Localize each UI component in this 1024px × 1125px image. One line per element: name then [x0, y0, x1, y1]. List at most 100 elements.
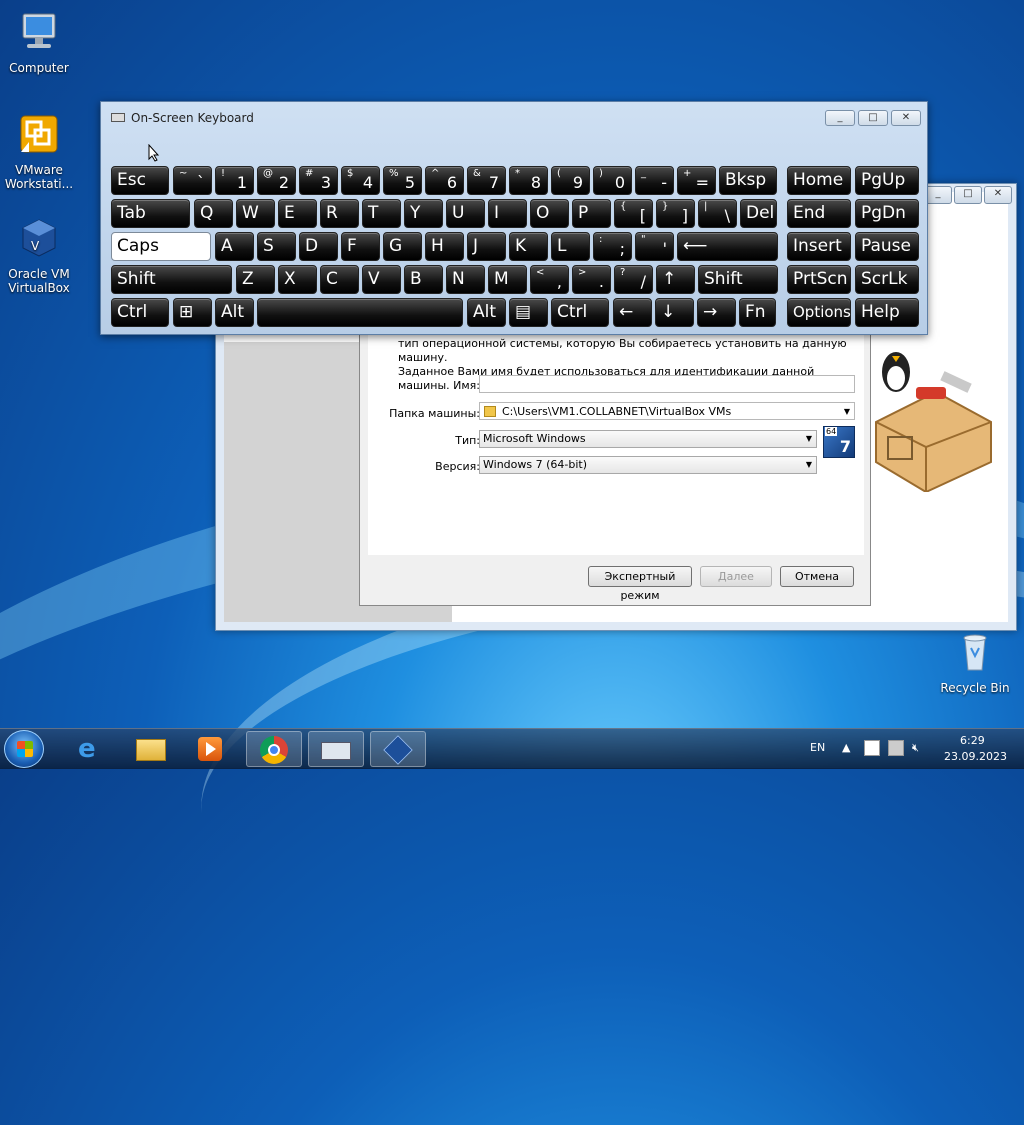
key-insert[interactable]: Insert: [787, 232, 851, 261]
key-c[interactable]: C: [320, 265, 359, 294]
key-key[interactable]: ↓: [655, 298, 694, 327]
key-2[interactable]: @2: [257, 166, 296, 195]
key-9[interactable]: (9: [551, 166, 590, 195]
show-hidden-icons[interactable]: ▲: [842, 741, 850, 754]
start-button[interactable]: [4, 730, 44, 768]
key-i[interactable]: I: [488, 199, 527, 228]
key-key[interactable]: →: [697, 298, 736, 327]
key-7[interactable]: & 7: [467, 166, 506, 195]
key-key[interactable]: _ -: [635, 166, 674, 195]
key-key[interactable]: ? /: [614, 265, 653, 294]
key-key[interactable]: {[: [614, 199, 653, 228]
key-key[interactable]: ~ `: [173, 166, 212, 195]
key-alt[interactable]: Alt: [467, 298, 506, 327]
key-g[interactable]: G: [383, 232, 422, 261]
key-e[interactable]: E: [278, 199, 317, 228]
key-backslash[interactable]: | \: [698, 199, 737, 228]
key-key[interactable]: ←: [613, 298, 652, 327]
name-input[interactable]: [479, 375, 855, 393]
close-icon[interactable]: ✕: [984, 186, 1012, 204]
taskbar-virtualbox[interactable]: [370, 731, 426, 767]
key-fn[interactable]: Fn: [739, 298, 776, 327]
key-key[interactable]: >.: [572, 265, 611, 294]
key-4[interactable]: $4: [341, 166, 380, 195]
key-y[interactable]: Y: [404, 199, 443, 228]
close-icon[interactable]: ✕: [891, 110, 921, 126]
key-prtscn[interactable]: PrtScn: [787, 265, 851, 294]
key-j[interactable]: J: [467, 232, 506, 261]
key-h[interactable]: H: [425, 232, 464, 261]
key-key[interactable]: ↑: [656, 265, 695, 294]
key-l[interactable]: L: [551, 232, 590, 261]
key-help[interactable]: Help: [855, 298, 919, 327]
desktop-icon-recycle-bin[interactable]: Recycle Bin: [936, 630, 1014, 695]
next-button[interactable]: Далее: [700, 566, 772, 587]
key-w[interactable]: W: [236, 199, 275, 228]
key-0[interactable]: ) 0: [593, 166, 632, 195]
key-shift[interactable]: Shift: [698, 265, 778, 294]
key-s[interactable]: S: [257, 232, 296, 261]
key-n[interactable]: N: [446, 265, 485, 294]
key-k[interactable]: K: [509, 232, 548, 261]
key-del[interactable]: Del: [740, 199, 777, 228]
key-pgdn[interactable]: PgDn: [855, 199, 919, 228]
folder-select[interactable]: C:\Users\VM1.COLLABNET\VirtualBox VMs ▼: [479, 402, 855, 420]
key-space[interactable]: [257, 298, 463, 327]
key-r[interactable]: R: [320, 199, 359, 228]
key-b[interactable]: B: [404, 265, 443, 294]
key-esc[interactable]: Esc: [111, 166, 169, 195]
key-key[interactable]: <,: [530, 265, 569, 294]
key-q[interactable]: Q: [194, 199, 233, 228]
key-key[interactable]: :;: [593, 232, 632, 261]
action-center-icon[interactable]: [864, 740, 880, 756]
key-3[interactable]: #3: [299, 166, 338, 195]
key-6[interactable]: ^ 6: [425, 166, 464, 195]
key-key[interactable]: ▤: [509, 298, 548, 327]
create-vm-dialog[interactable]: тип операционной системы, которую Вы соб…: [359, 318, 871, 606]
key-d[interactable]: D: [299, 232, 338, 261]
network-icon[interactable]: [888, 740, 904, 756]
type-select[interactable]: Microsoft Windows ▼: [479, 430, 817, 448]
key-bksp[interactable]: Bksp: [719, 166, 777, 195]
key-t[interactable]: T: [362, 199, 401, 228]
key-pause[interactable]: Pause: [855, 232, 919, 261]
expert-mode-button[interactable]: Экспертный режим: [588, 566, 692, 602]
key-pgup[interactable]: PgUp: [855, 166, 919, 195]
on-screen-keyboard-window[interactable]: On-Screen Keyboard _ □ ✕ Esc ~ `! 1 @2 #3 $4% 5…: [100, 101, 928, 335]
key-options[interactable]: Options: [787, 298, 851, 327]
desktop-icon-virtualbox[interactable]: V Oracle VM VirtualBox: [0, 216, 78, 295]
key-ctrl[interactable]: Ctrl: [551, 298, 609, 327]
taskbar-osk[interactable]: [308, 731, 364, 767]
key-end[interactable]: End: [787, 199, 851, 228]
taskbar-ie[interactable]: e: [64, 731, 120, 767]
key-1[interactable]: ! 1: [215, 166, 254, 195]
key-key[interactable]: ⊞: [173, 298, 212, 327]
key-8[interactable]: * 8: [509, 166, 548, 195]
key-z[interactable]: Z: [236, 265, 275, 294]
cancel-button[interactable]: Отмена: [780, 566, 854, 587]
volume-icon[interactable]: 🔇︎: [912, 741, 919, 755]
key-shift[interactable]: Shift: [111, 265, 232, 294]
key-5[interactable]: % 5: [383, 166, 422, 195]
minimize-icon[interactable]: _: [825, 110, 855, 126]
taskbar-media-player[interactable]: [184, 731, 240, 767]
maximize-icon[interactable]: □: [954, 186, 982, 204]
key-p[interactable]: P: [572, 199, 611, 228]
taskbar-explorer[interactable]: [124, 731, 180, 767]
key-v[interactable]: V: [362, 265, 401, 294]
key-scrlk[interactable]: ScrLk: [855, 265, 919, 294]
key-m[interactable]: M: [488, 265, 527, 294]
key-key[interactable]: " ': [635, 232, 674, 261]
key-alt[interactable]: Alt: [215, 298, 254, 327]
key-ctrl[interactable]: Ctrl: [111, 298, 169, 327]
language-indicator[interactable]: EN: [810, 741, 825, 754]
key-key[interactable]: + =: [677, 166, 716, 195]
key-o[interactable]: O: [530, 199, 569, 228]
key-key[interactable]: }]: [656, 199, 695, 228]
key-caps[interactable]: Caps: [111, 232, 211, 261]
clock-date[interactable]: 23.09.2023: [944, 750, 1007, 763]
minimize-icon[interactable]: _: [924, 186, 952, 204]
key-a[interactable]: A: [215, 232, 254, 261]
desktop-icon-computer[interactable]: Computer: [0, 10, 78, 75]
desktop-icon-vmware[interactable]: VMware Workstati...: [0, 112, 78, 191]
